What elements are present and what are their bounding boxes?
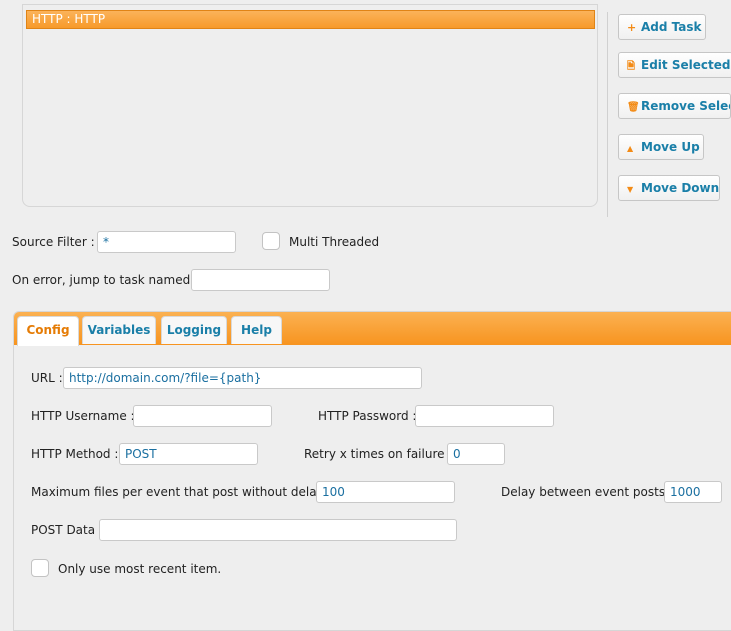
multi-threaded-label: Multi Threaded [289,235,380,249]
add-task-label: Add Task [641,20,702,34]
retry-label: Retry x times on failure : [304,447,453,461]
delay-label: Delay between event posts : [501,485,673,499]
document-icon: 🗎 [627,61,636,72]
task-list-item-selected[interactable]: HTTP : HTTP [26,10,595,29]
method-input[interactable]: POST [119,443,258,465]
password-input[interactable] [415,405,554,427]
source-filter-input[interactable]: * [97,231,236,253]
move-down-label: Move Down [641,181,720,195]
tab-logging[interactable]: Logging [161,316,227,344]
retry-input[interactable]: 0 [447,443,505,465]
method-label: HTTP Method : [31,447,119,461]
username-input[interactable] [133,405,272,427]
tab-bar: Config Variables Logging Help [14,312,731,346]
trash-icon: 🗑 [627,102,640,113]
password-label: HTTP Password : [318,409,417,423]
task-list[interactable]: HTTP : HTTP [22,4,598,207]
post-data-input[interactable] [99,519,457,541]
move-down-button[interactable]: ▼ Move Down [618,175,720,201]
vertical-divider [607,12,608,217]
multi-threaded-checkbox[interactable] [262,232,280,250]
tab-config[interactable]: Config [17,316,79,346]
tab-help[interactable]: Help [231,316,282,344]
most-recent-label: Only use most recent item. [58,562,222,576]
tab-variables[interactable]: Variables [82,316,156,344]
max-files-input[interactable]: 100 [316,481,455,503]
plus-icon: + [627,21,637,34]
config-panel [13,311,731,631]
arrow-down-icon: ▼ [627,185,634,194]
max-files-label: Maximum files per event that post withou… [31,485,332,499]
add-task-button[interactable]: + Add Task [618,14,706,40]
url-input[interactable]: http://domain.com/?file={path} [63,367,422,389]
most-recent-checkbox[interactable] [31,559,49,577]
edit-selected-button[interactable]: 🗎 Edit Selected [618,52,731,78]
on-error-task-input[interactable] [191,269,330,291]
on-error-label: On error, jump to task named : [12,273,199,287]
username-label: HTTP Username : [31,409,135,423]
source-filter-label: Source Filter : [12,235,95,249]
post-data-label: POST Data : [31,523,103,537]
move-up-label: Move Up [641,140,700,154]
arrow-up-icon: ▲ [627,144,634,153]
remove-selected-label: Remove Selected [641,99,730,113]
move-up-button[interactable]: ▲ Move Up [618,134,704,160]
remove-selected-button[interactable]: 🗑Remove Selected [618,93,731,119]
edit-selected-label: Edit Selected [641,58,731,72]
url-label: URL : [31,371,63,385]
delay-input[interactable]: 1000 [664,481,722,503]
